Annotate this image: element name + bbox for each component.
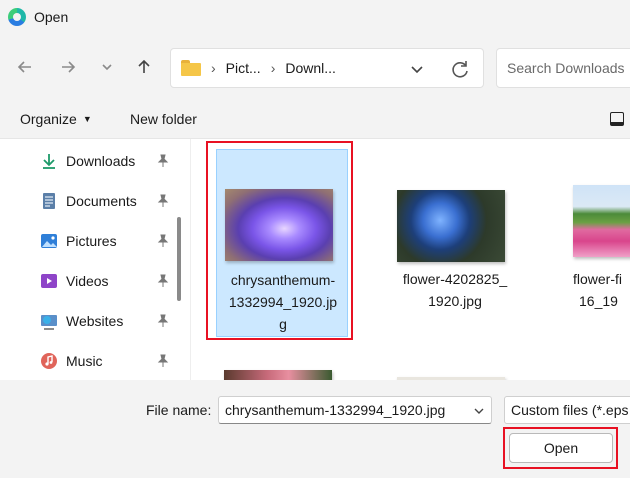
sidebar-item-downloads[interactable]: Downloads <box>40 148 170 174</box>
pin-icon[interactable] <box>156 274 170 288</box>
file-name-input[interactable]: chrysanthemum-1332994_1920.jpg <box>218 396 492 424</box>
sidebar-item-websites[interactable]: Websites <box>40 308 170 334</box>
chevron-down-icon[interactable] <box>473 404 485 416</box>
file-type-select[interactable]: Custom files (*.eps <box>504 396 630 424</box>
pin-icon[interactable] <box>156 194 170 208</box>
window-title: Open <box>34 9 69 25</box>
file-name-value: chrysanthemum-1332994_1920.jpg <box>225 402 446 418</box>
arrow-right-icon[interactable] <box>53 52 83 82</box>
sidebar-item-label: Videos <box>66 273 109 289</box>
pictures-icon <box>40 232 58 250</box>
file-name: flower-4202825_ 1920.jpg <box>402 271 508 309</box>
edge-icon <box>8 8 26 26</box>
address-dropdown-icon[interactable] <box>407 59 427 79</box>
file-thumbnail <box>397 190 505 262</box>
pin-icon[interactable] <box>156 154 170 168</box>
pin-icon[interactable] <box>156 314 170 328</box>
open-button-highlight-box <box>503 427 618 469</box>
document-icon <box>40 192 58 210</box>
globe-icon <box>40 312 58 330</box>
content-area: Downloads Documents Pictures Videos Webs… <box>0 138 630 380</box>
search-placeholder: Search Downloads <box>507 60 625 76</box>
sidebar-item-documents[interactable]: Documents <box>40 188 170 214</box>
download-icon <box>40 152 58 170</box>
caret-down-icon: ▼ <box>82 114 92 124</box>
toolbar: Organize ▼ New folder <box>0 102 630 138</box>
chevron-right-icon: › <box>211 60 216 76</box>
file-name-label: File name: <box>146 402 212 418</box>
file-type-value: Custom files (*.eps <box>511 402 629 418</box>
new-folder-label: New folder <box>130 111 197 127</box>
file-item-flower-field[interactable]: flower-fi 16_19 <box>563 149 630 337</box>
sidebar-item-label: Documents <box>66 193 137 209</box>
pin-icon[interactable] <box>156 354 170 368</box>
organize-button[interactable]: Organize ▼ <box>20 111 92 127</box>
selection-highlight-box <box>206 141 353 340</box>
sidebar-item-label: Downloads <box>66 153 136 169</box>
pin-icon[interactable] <box>156 234 170 248</box>
music-icon <box>40 352 58 370</box>
sidebar-scrollbar[interactable] <box>177 217 181 301</box>
arrow-up-icon[interactable] <box>129 52 159 82</box>
sidebar-item-label: Music <box>66 353 103 369</box>
breadcrumb-pictures[interactable]: Pict... <box>226 60 261 76</box>
chevron-down-icon[interactable] <box>92 52 122 82</box>
sidebar-item-pictures[interactable]: Pictures <box>40 228 170 254</box>
new-folder-button[interactable]: New folder <box>130 111 197 127</box>
file-thumbnail-next-row[interactable] <box>224 370 332 380</box>
file-item-flower-4202825[interactable]: flower-4202825_ 1920.jpg <box>389 149 521 337</box>
refresh-icon[interactable] <box>449 58 471 80</box>
sidebar-item-videos[interactable]: Videos <box>40 268 170 294</box>
title-bar: Open <box>0 0 630 34</box>
chevron-right-icon: › <box>270 60 276 76</box>
search-input[interactable]: Search Downloads <box>496 48 630 88</box>
breadcrumb-downloads[interactable]: Downl... <box>285 60 336 76</box>
address-bar[interactable]: › Pict... › Downl... <box>170 48 484 88</box>
sidebar-item-label: Pictures <box>66 233 117 249</box>
sidebar-item-label: Websites <box>66 313 124 329</box>
arrow-left-icon[interactable] <box>10 52 40 82</box>
view-pane-icon[interactable] <box>610 112 624 126</box>
sidebar-item-music[interactable]: Music <box>40 348 170 374</box>
videos-icon <box>40 272 58 290</box>
file-thumbnail <box>573 185 630 257</box>
file-list: chrysanthemum- 1332994_1920.jp g flower-… <box>191 139 630 380</box>
navigation-bar: › Pict... › Downl... Search Downloads <box>0 34 630 102</box>
organize-label: Organize <box>20 111 77 127</box>
folder-icon <box>181 60 201 76</box>
dialog-footer: File name: chrysanthemum-1332994_1920.jp… <box>0 380 630 478</box>
file-name: flower-fi 16_19 <box>573 271 623 309</box>
navigation-pane: Downloads Documents Pictures Videos Webs… <box>0 139 190 380</box>
